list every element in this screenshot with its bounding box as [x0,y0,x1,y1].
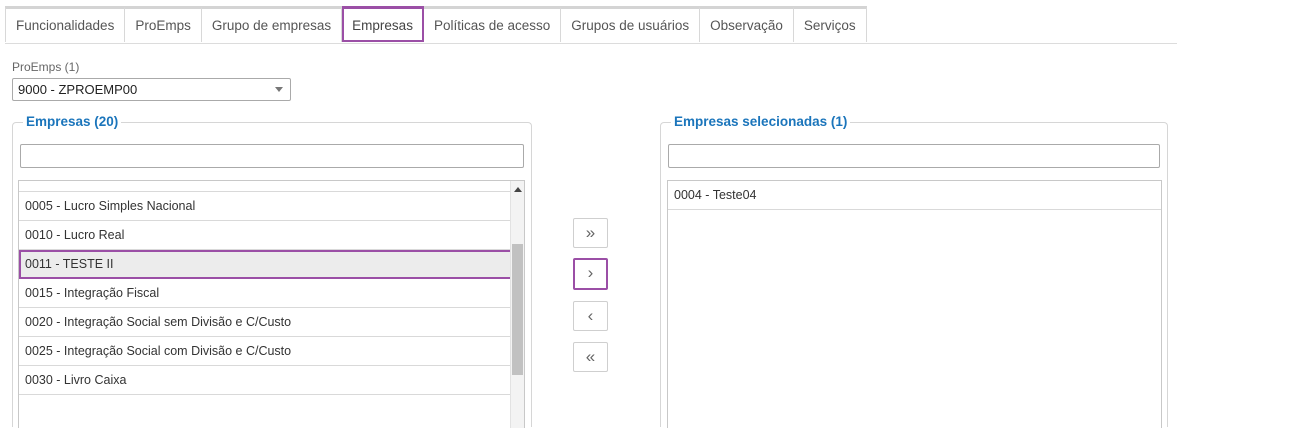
list-item-selected[interactable]: 0011 - TESTE II [19,250,524,279]
tab-grupos-de-usuarios[interactable]: Grupos de usuários [561,6,701,42]
list-item[interactable]: 0030 - Livro Caixa [19,366,524,395]
tab-observacao[interactable]: Observação [700,6,794,42]
tab-politicas-de-acesso[interactable]: Políticas de acesso [423,6,562,42]
available-filter-input[interactable] [20,144,524,168]
list-item-partial [19,181,524,192]
available-panel: Empresas (20) 0005 - Lucro Simples Nacio… [12,114,532,428]
selected-filter-input[interactable] [668,144,1160,168]
available-scrollbar[interactable] [510,181,524,428]
chevron-down-icon [275,87,283,92]
list-item[interactable]: 0020 - Integração Social sem Divisão e C… [19,308,524,337]
tab-list: Funcionalidades ProEmps Grupo de empresa… [5,6,1177,42]
proemps-label: ProEmps (1) [12,60,80,74]
tab-servicos[interactable]: Serviços [793,6,867,42]
proemps-select[interactable]: 9000 - ZPROEMP00 [12,78,291,101]
list-item[interactable]: 0005 - Lucro Simples Nacional [19,192,524,221]
tab-empresas[interactable]: Empresas [342,6,424,42]
scroll-up-icon[interactable] [514,187,522,192]
list-item[interactable]: 0015 - Integração Fiscal [19,279,524,308]
list-item[interactable]: 0025 - Integração Social com Divisão e C… [19,337,524,366]
remove-button[interactable]: ‹ [573,301,608,331]
proemps-selected-value: 9000 - ZPROEMP00 [18,82,138,97]
selected-panel: Empresas selecionadas (1) 0004 - Teste04 [660,114,1168,428]
remove-all-button[interactable]: « [573,342,608,372]
available-panel-title: Empresas (20) [23,114,122,129]
selected-panel-title: Empresas selecionadas (1) [671,114,851,129]
selected-list: 0004 - Teste04 [667,180,1162,428]
list-item[interactable]: 0004 - Teste04 [668,181,1161,210]
list-item[interactable]: 0010 - Lucro Real [19,221,524,250]
tab-grupo-de-empresas[interactable]: Grupo de empresas [201,6,343,42]
tab-bar: Funcionalidades ProEmps Grupo de empresa… [5,6,1177,44]
tab-funcionalidades[interactable]: Funcionalidades [5,6,126,42]
tab-proemps[interactable]: ProEmps [125,6,202,42]
add-all-button[interactable]: » [573,218,608,248]
available-list: 0005 - Lucro Simples Nacional 0010 - Luc… [18,180,525,428]
add-button[interactable]: › [573,258,608,290]
scroll-thumb[interactable] [512,244,523,375]
